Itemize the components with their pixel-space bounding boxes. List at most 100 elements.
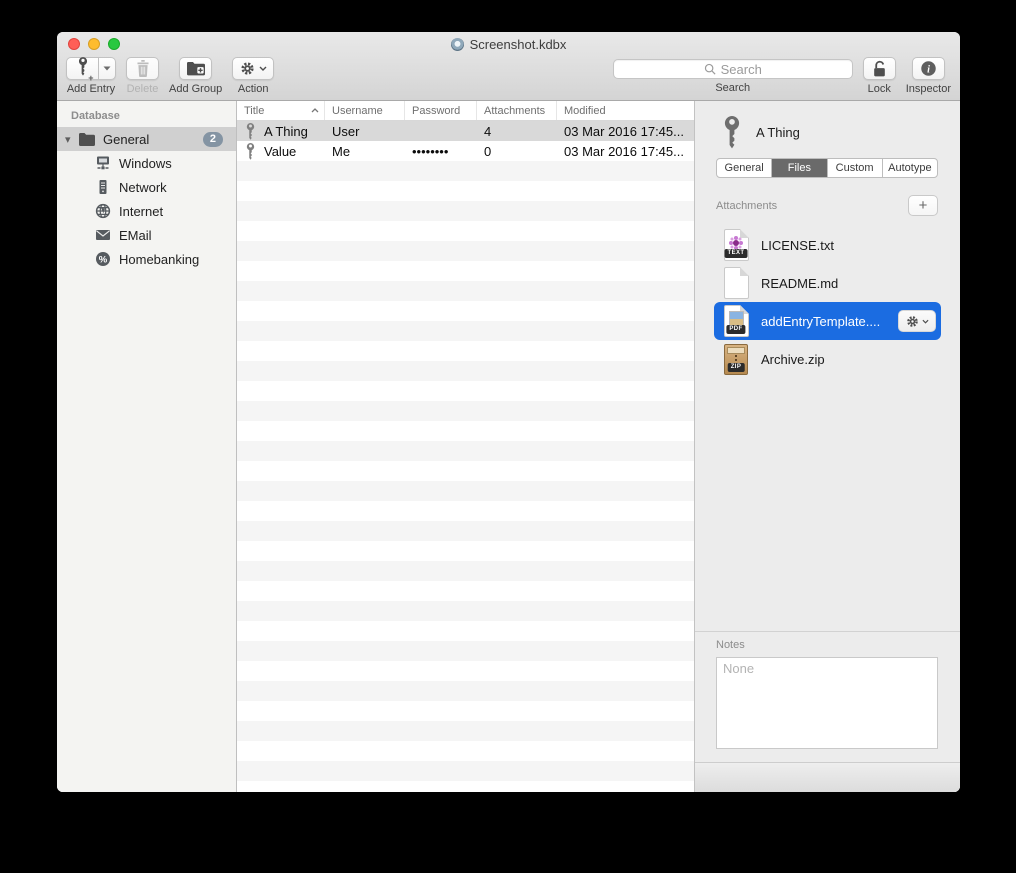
add-group-label: Add Group (169, 83, 222, 95)
table-row-a-thing[interactable]: A Thing User 4 03 Mar 2016 17:45... (237, 121, 694, 141)
table-row-empty (237, 621, 694, 641)
table-row-empty (237, 701, 694, 721)
windows-icon (95, 155, 111, 171)
entry-count-badge: 2 (203, 132, 223, 147)
search-item: Search Search (613, 57, 853, 94)
entry-key-icon (245, 143, 256, 160)
notes-textarea[interactable] (716, 657, 938, 749)
inspector-item: i Inspector (906, 57, 951, 95)
table-row-empty (237, 461, 694, 481)
sidebar-item-network[interactable]: Network (57, 175, 236, 199)
table-row-empty (237, 361, 694, 381)
cell-username: Me (325, 144, 405, 159)
sidebar-item-homebanking[interactable]: %Homebanking (57, 247, 236, 271)
lock-open-icon (872, 60, 887, 78)
cell-text: 03 Mar 2016 17:45... (564, 144, 684, 159)
info-icon: i (920, 60, 937, 77)
sidebar-item-label: Internet (119, 204, 163, 219)
column-header-label: Attachments (484, 105, 545, 117)
inspector-tabs: GeneralFilesCustomAutotype (716, 158, 938, 178)
action-button[interactable] (232, 57, 274, 80)
column-header-attachments[interactable]: Attachments (477, 101, 557, 120)
folder-plus-icon (187, 61, 205, 76)
tab-custom[interactable]: Custom (827, 159, 882, 177)
attachment-action-button[interactable] (898, 310, 936, 332)
entry-key-icon (245, 123, 256, 140)
column-header-title[interactable]: Title (237, 101, 325, 120)
column-header-modified[interactable]: Modified (557, 101, 694, 120)
inspector-label: Inspector (906, 83, 951, 95)
add-entry-button[interactable]: + (66, 57, 99, 80)
macpass-window: Screenshot.kdbx + (57, 32, 960, 792)
attachment-name: LICENSE.txt (761, 238, 834, 253)
window-title: Screenshot.kdbx (470, 37, 567, 52)
table-row-empty (237, 541, 694, 561)
attachment-readme-md[interactable]: README.md (714, 264, 941, 302)
lock-button[interactable] (863, 57, 896, 80)
homebanking-icon: % (95, 251, 111, 267)
table-row-empty (237, 481, 694, 501)
table-row-empty (237, 781, 694, 792)
column-header-label: Password (412, 105, 460, 117)
attachment-addentrytemplate[interactable]: PDF addEntryTemplate.... (714, 302, 941, 340)
add-entry-item: + Add Entry (66, 57, 116, 95)
delete-button[interactable] (126, 57, 159, 80)
attachment-license-txt[interactable]: TEXT LICENSE.txt (714, 226, 941, 264)
table-row-empty (237, 681, 694, 701)
cell-text: 03 Mar 2016 17:45... (564, 124, 684, 139)
cell-text: A Thing (264, 124, 308, 139)
table-row-empty (237, 181, 694, 201)
tab-general[interactable]: General (717, 159, 771, 177)
table-row-empty (237, 261, 694, 281)
cell-text: Me (332, 144, 350, 159)
tab-autotype[interactable]: Autotype (882, 159, 937, 177)
table-row-empty (237, 421, 694, 441)
key-icon (721, 116, 743, 149)
sidebar-item-windows[interactable]: Windows (57, 151, 236, 175)
column-header-username[interactable]: Username (325, 101, 405, 120)
sidebar-item-label: Windows (119, 156, 172, 171)
tab-files[interactable]: Files (771, 159, 826, 177)
inspector-button[interactable]: i (912, 57, 945, 80)
document-file-icon (724, 267, 749, 299)
entry-table-body: A Thing User 4 03 Mar 2016 17:45... Value Me •… (237, 121, 694, 792)
sidebar-item-email[interactable]: EMail (57, 223, 236, 247)
search-input[interactable]: Search (613, 59, 853, 79)
file-type-badge: TEXT (725, 249, 748, 258)
sidebar-item-internet[interactable]: Internet (57, 199, 236, 223)
table-row-value[interactable]: ValueMe••••••••003 Mar 2016 17:45... (237, 141, 694, 161)
cell-text: 4 (484, 124, 491, 139)
add-group-button[interactable] (179, 57, 212, 80)
add-attachment-button[interactable]: + (908, 195, 938, 216)
attachment-name: addEntryTemplate.... (761, 314, 880, 329)
attachment-archive-zip[interactable]: ZIPArchive.zip (714, 340, 941, 378)
action-label: Action (238, 83, 269, 95)
folder-icon (79, 131, 95, 147)
window-header: Screenshot.kdbx + (57, 32, 960, 101)
disclosure-triangle-icon[interactable]: ▾ (65, 133, 77, 146)
inspector-spacer (695, 378, 960, 631)
gear-icon (906, 315, 919, 328)
sort-ascending-icon (311, 108, 319, 113)
delete-label: Delete (127, 83, 159, 95)
chevron-down-icon (922, 319, 929, 324)
delete-item: Delete (126, 57, 159, 95)
column-header-password[interactable]: Password (405, 101, 477, 120)
cell-modified: 03 Mar 2016 17:45... (557, 124, 694, 139)
attachment-icon-wrap: PDF (722, 305, 750, 337)
cell-text: •••••••• (412, 144, 448, 159)
cell-title: Value (237, 143, 325, 160)
cell-username: User (325, 124, 405, 139)
table-row-empty (237, 561, 694, 581)
inspector-entry-title: A Thing (756, 125, 800, 140)
sidebar-item-general[interactable]: ▾ General 2 (57, 127, 236, 151)
titlebar[interactable]: Screenshot.kdbx (57, 32, 960, 54)
document-proxy-icon (451, 38, 464, 51)
window-title-area: Screenshot.kdbx (57, 37, 960, 52)
desktop-background: Screenshot.kdbx + (0, 0, 1016, 873)
add-entry-dropdown-button[interactable] (99, 57, 116, 80)
inspector-bottom-bar (695, 762, 960, 792)
table-row-empty (237, 221, 694, 241)
email-icon (95, 227, 111, 243)
sidebar-item-label: General (103, 132, 149, 147)
